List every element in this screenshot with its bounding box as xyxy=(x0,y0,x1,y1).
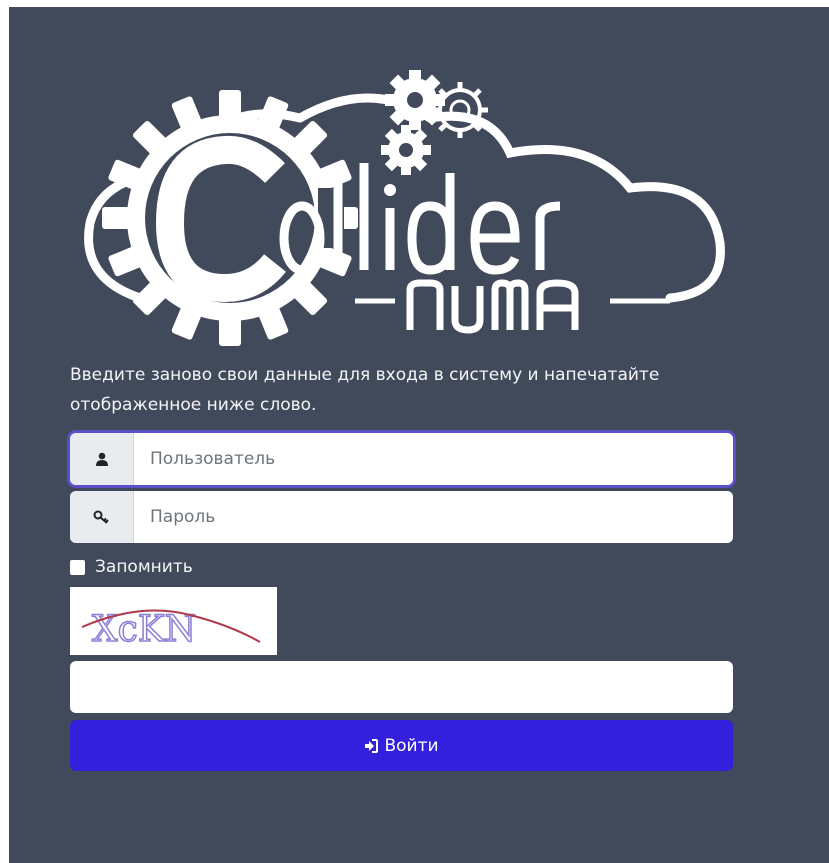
password-input[interactable] xyxy=(134,491,733,543)
username-input[interactable] xyxy=(134,433,733,485)
password-group xyxy=(70,491,733,543)
collider-numa-logo xyxy=(84,70,725,346)
remember-checkbox[interactable] xyxy=(70,559,85,575)
sign-in-icon xyxy=(365,738,379,753)
login-instructions: Введите заново свои данные для входа в с… xyxy=(70,365,660,415)
remember-label: Запомнить xyxy=(95,557,193,577)
captcha-input[interactable] xyxy=(70,661,733,713)
username-group xyxy=(70,433,733,485)
login-button-label: Войти xyxy=(384,735,439,756)
key-icon xyxy=(70,491,134,543)
captcha-text: XcKN xyxy=(92,609,196,650)
remember-row: Запомнить xyxy=(70,557,193,577)
login-button[interactable]: Войти xyxy=(70,720,733,771)
captcha-image: XcKN xyxy=(70,587,277,655)
user-icon xyxy=(70,433,134,485)
